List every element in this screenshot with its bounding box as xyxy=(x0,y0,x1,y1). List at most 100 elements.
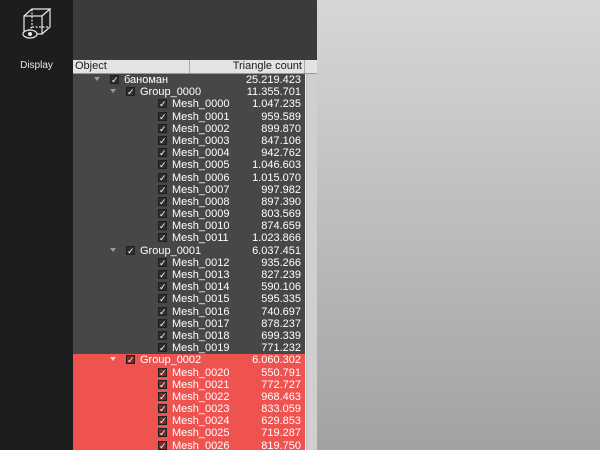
object-name: Mesh_0008 xyxy=(172,195,230,208)
vertical-scrollbar[interactable] xyxy=(305,74,317,450)
visibility-checkbox[interactable]: ✓ xyxy=(158,343,167,353)
expand-arrow-icon[interactable] xyxy=(110,247,116,252)
column-divider[interactable] xyxy=(304,60,305,73)
tree-row[interactable]: ✓ Mesh_0003 847.106 xyxy=(73,135,305,147)
visibility-checkbox[interactable]: ✓ xyxy=(158,209,167,219)
tree-row[interactable]: ✓ Mesh_0008 897.390 xyxy=(73,196,305,208)
object-name: Mesh_0005 xyxy=(172,159,230,172)
triangle-count: 874.659 xyxy=(261,220,301,233)
visibility-checkbox[interactable]: ✓ xyxy=(110,75,119,85)
tree-row[interactable]: ✓ Group_0000 11.355.701 xyxy=(73,86,305,98)
visibility-checkbox[interactable]: ✓ xyxy=(158,282,167,292)
expand-arrow-icon[interactable] xyxy=(110,357,116,362)
object-name: Mesh_0015 xyxy=(172,293,230,306)
tree-row[interactable]: ✓ Mesh_0024 629.853 xyxy=(73,415,305,428)
tree-row[interactable]: ✓ баноман 25.219.423 xyxy=(73,74,305,86)
triangle-count: 899.870 xyxy=(261,122,301,135)
visibility-checkbox[interactable]: ✓ xyxy=(158,184,167,194)
object-name: Mesh_0023 xyxy=(172,403,230,416)
scrollbar-thumb[interactable] xyxy=(306,74,317,450)
visibility-checkbox[interactable]: ✓ xyxy=(158,111,167,121)
visibility-checkbox[interactable]: ✓ xyxy=(158,379,167,389)
visibility-checkbox[interactable]: ✓ xyxy=(158,318,167,328)
triangle-count: 6.037.451 xyxy=(252,244,301,257)
visibility-checkbox[interactable]: ✓ xyxy=(158,221,167,231)
panel-top-area xyxy=(73,0,317,60)
visibility-checkbox[interactable]: ✓ xyxy=(158,172,167,182)
tree-row[interactable]: ✓ Mesh_0014 590.106 xyxy=(73,281,305,293)
tree-row[interactable]: ✓ Mesh_0004 942.762 xyxy=(73,147,305,159)
visibility-checkbox[interactable]: ✓ xyxy=(158,404,167,414)
tree-row[interactable]: ✓ Mesh_0025 719.287 xyxy=(73,427,305,440)
display-button[interactable]: Display xyxy=(0,0,73,80)
object-name: Mesh_0022 xyxy=(172,390,230,403)
triangle-count: 629.853 xyxy=(261,415,301,428)
tree-row[interactable]: ✓ Mesh_0020 550.791 xyxy=(73,366,305,379)
tree-row[interactable]: ✓ Mesh_0021 772.727 xyxy=(73,378,305,391)
visibility-checkbox[interactable]: ✓ xyxy=(158,306,167,316)
tree-row[interactable]: ✓ Mesh_0000 1.047.235 xyxy=(73,98,305,110)
tree-row[interactable]: ✓ Mesh_0007 997.982 xyxy=(73,184,305,196)
visibility-checkbox[interactable]: ✓ xyxy=(158,135,167,145)
visibility-checkbox[interactable]: ✓ xyxy=(158,233,167,243)
triangle-count: 847.106 xyxy=(261,134,301,147)
tree-row[interactable]: ✓ Group_0002 6.060.302 xyxy=(73,354,305,367)
triangle-count: 1.015.070 xyxy=(252,171,301,184)
column-header-triangle-count[interactable]: Triangle count xyxy=(189,60,302,73)
tree-row[interactable]: ✓ Mesh_0002 899.870 xyxy=(73,123,305,135)
expand-arrow-icon[interactable] xyxy=(110,89,116,94)
triangle-count: 935.266 xyxy=(261,256,301,269)
visibility-checkbox[interactable]: ✓ xyxy=(158,270,167,280)
triangle-count: 740.697 xyxy=(261,305,301,318)
tree-row[interactable]: ✓ Mesh_0006 1.015.070 xyxy=(73,172,305,184)
tree-row[interactable]: ✓ Mesh_0001 959.589 xyxy=(73,111,305,123)
expand-arrow-icon[interactable] xyxy=(94,77,100,81)
triangle-count: 771.232 xyxy=(261,342,301,355)
visibility-checkbox[interactable]: ✓ xyxy=(158,367,167,377)
tree-row[interactable]: ✓ Mesh_0010 874.659 xyxy=(73,220,305,232)
tree-row[interactable]: ✓ Mesh_0018 699.339 xyxy=(73,330,305,342)
tree-row[interactable]: ✓ Mesh_0019 771.232 xyxy=(73,342,305,354)
visibility-checkbox[interactable]: ✓ xyxy=(158,148,167,158)
tree-row[interactable]: ✓ Mesh_0017 878.237 xyxy=(73,318,305,330)
visibility-checkbox[interactable]: ✓ xyxy=(158,257,167,267)
visibility-checkbox[interactable]: ✓ xyxy=(158,99,167,109)
visibility-checkbox[interactable]: ✓ xyxy=(158,440,167,450)
triangle-count: 595.335 xyxy=(261,293,301,306)
object-name: Mesh_0016 xyxy=(172,305,230,318)
visibility-checkbox[interactable]: ✓ xyxy=(158,160,167,170)
visibility-checkbox[interactable]: ✓ xyxy=(126,87,135,97)
triangle-count: 833.059 xyxy=(261,403,301,416)
visibility-checkbox[interactable]: ✓ xyxy=(158,294,167,304)
visibility-checkbox[interactable]: ✓ xyxy=(126,245,135,255)
object-name: Mesh_0000 xyxy=(172,98,230,111)
tree-row[interactable]: ✓ Mesh_0013 827.239 xyxy=(73,269,305,281)
column-header-object[interactable]: Object xyxy=(75,60,107,73)
tree-row[interactable]: ✓ Group_0001 6.037.451 xyxy=(73,245,305,257)
visibility-checkbox[interactable]: ✓ xyxy=(158,391,167,401)
triangle-count: 6.060.302 xyxy=(252,354,301,367)
triangle-count: 1.023.866 xyxy=(252,232,301,245)
tree-row[interactable]: ✓ Mesh_0015 595.335 xyxy=(73,293,305,305)
object-name: Mesh_0021 xyxy=(172,378,230,391)
triangle-count: 819.750 xyxy=(261,439,301,450)
visibility-checkbox[interactable]: ✓ xyxy=(158,196,167,206)
visibility-checkbox[interactable]: ✓ xyxy=(158,416,167,426)
visibility-checkbox[interactable]: ✓ xyxy=(158,428,167,438)
tree-row[interactable]: ✓ Mesh_0005 1.046.603 xyxy=(73,159,305,171)
tree-row[interactable]: ✓ Mesh_0022 968.463 xyxy=(73,390,305,404)
cube-eye-icon xyxy=(22,8,52,39)
tree-row[interactable]: ✓ Mesh_0011 1.023.866 xyxy=(73,232,305,244)
tree-row[interactable]: ✓ Mesh_0016 740.697 xyxy=(73,306,305,318)
tree-row[interactable]: ✓ Mesh_0026 819.750 xyxy=(73,439,305,450)
object-name: Mesh_0014 xyxy=(172,281,230,294)
visibility-checkbox[interactable]: ✓ xyxy=(158,330,167,340)
tree-row[interactable]: ✓ Mesh_0009 803.569 xyxy=(73,208,305,220)
3d-viewport[interactable] xyxy=(317,0,600,450)
tree-row[interactable]: ✓ Mesh_0012 935.266 xyxy=(73,257,305,269)
visibility-checkbox[interactable]: ✓ xyxy=(126,355,135,365)
triangle-count: 803.569 xyxy=(261,208,301,221)
tree-row[interactable]: ✓ Mesh_0023 833.059 xyxy=(73,403,305,416)
visibility-checkbox[interactable]: ✓ xyxy=(158,123,167,133)
object-name: Mesh_0006 xyxy=(172,171,230,184)
